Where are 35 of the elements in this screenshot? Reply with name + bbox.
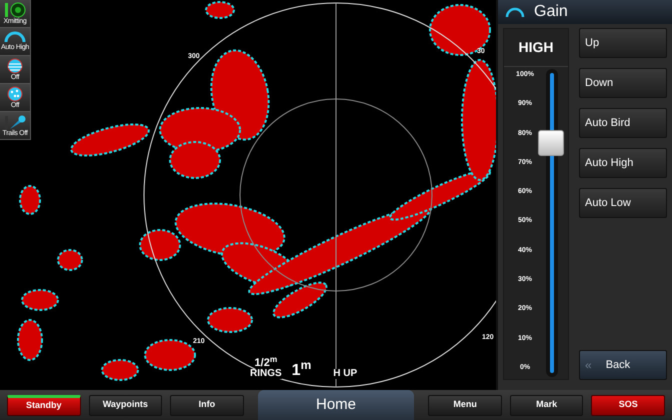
panel-title: Gain: [534, 2, 568, 22]
gain-option-button[interactable]: Auto High: [579, 148, 667, 178]
radar-echo: [19, 185, 41, 215]
gauge-icon: [504, 6, 526, 18]
orientation-label: H UP: [333, 369, 358, 379]
bottom-bar-button[interactable]: Info: [170, 394, 244, 416]
radar-echo: [17, 319, 43, 361]
bottom-bar-button[interactable]: Mark: [510, 394, 584, 416]
gain-option-button[interactable]: Down: [579, 68, 667, 98]
globe-icon: [7, 58, 23, 74]
radar-echo: [57, 249, 83, 271]
radar-echo: [101, 359, 139, 381]
home-tab[interactable]: Home: [258, 390, 414, 420]
radar-echo: [205, 1, 235, 19]
gain-option-button[interactable]: Auto Low: [579, 188, 667, 218]
double-chevron-icon: «: [585, 356, 592, 374]
gain-option-button[interactable]: Auto Bird: [579, 108, 667, 138]
back-button[interactable]: « Back: [579, 350, 667, 380]
gauge-icon: [3, 30, 27, 44]
radar-echo: [207, 307, 253, 333]
radar-echo: [21, 289, 59, 311]
rings-label: RINGS: [250, 369, 282, 379]
range-value: 1$^{m}$: [292, 363, 312, 379]
trail-icon: [4, 114, 26, 130]
slider-thumb[interactable]: [538, 130, 564, 156]
bottom-bar-button[interactable]: Standby: [7, 394, 81, 416]
radar-icon: [4, 2, 26, 18]
bottom-bar-button[interactable]: Waypoints: [88, 394, 162, 416]
bottom-bar-button[interactable]: SOS: [591, 394, 665, 416]
gain-option-button[interactable]: Up: [579, 28, 667, 58]
gain-mode-label: HIGH: [504, 29, 568, 67]
ring-spacing-value: 1/2$^{m}$: [254, 358, 278, 369]
radar-echo: [429, 4, 491, 56]
dotted-globe-icon: [7, 86, 23, 102]
bottom-bar-button[interactable]: Menu: [428, 394, 502, 416]
